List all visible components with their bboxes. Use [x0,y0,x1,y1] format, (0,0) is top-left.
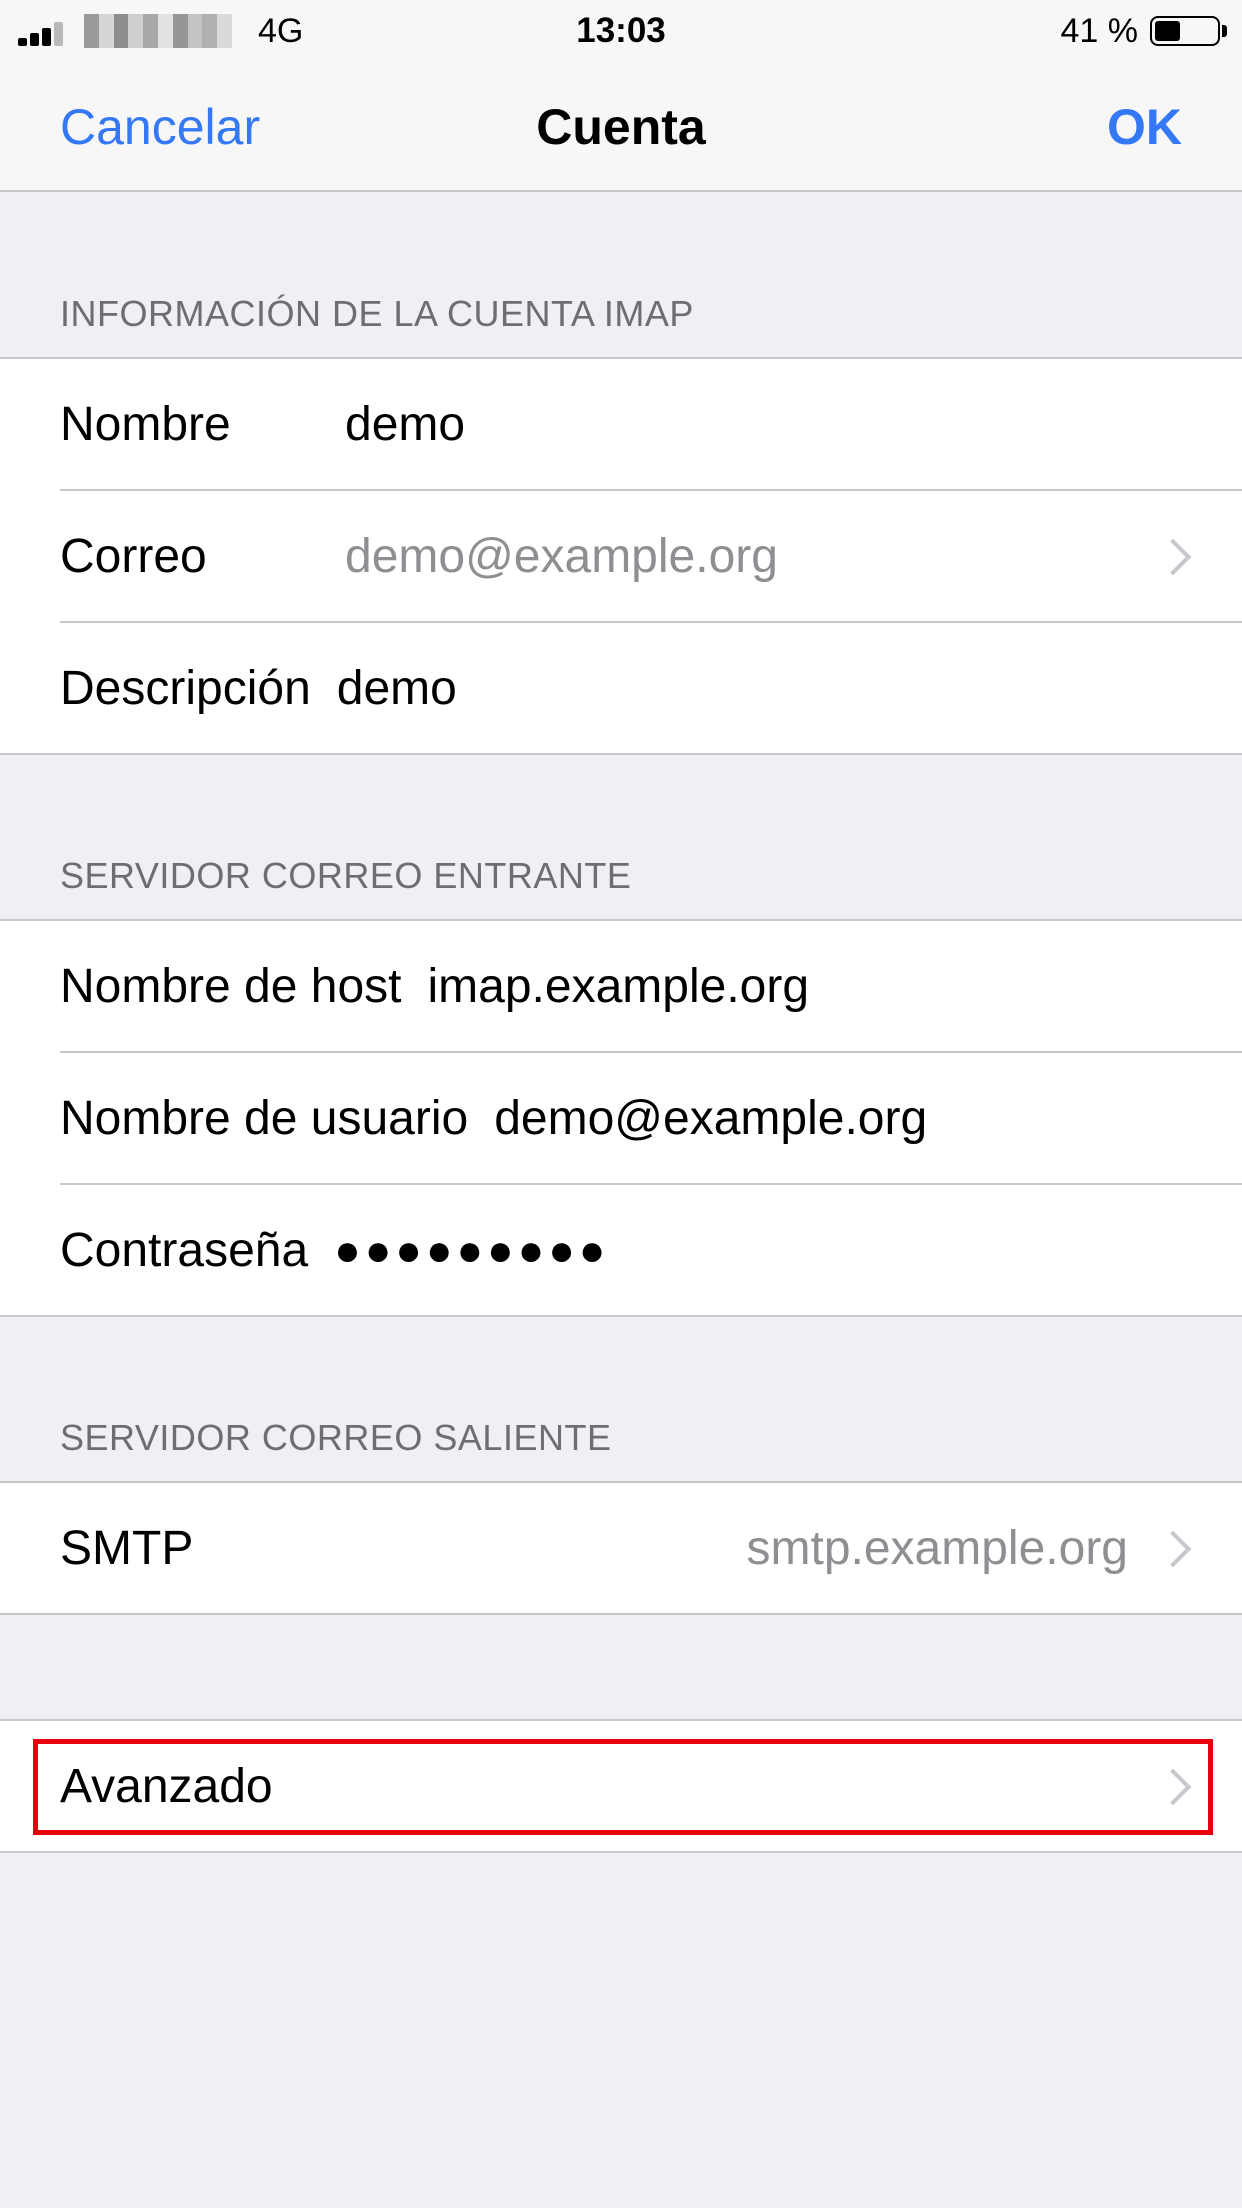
battery-icon [1150,16,1220,46]
hostname-row[interactable]: Nombre de host imap.example.org [0,921,1242,1053]
smtp-value: smtp.example.org [746,1522,1129,1575]
hostname-field[interactable]: imap.example.org [428,959,810,1015]
name-label: Nombre [60,398,231,451]
battery-cap [1222,25,1227,37]
outgoing-server-group: SMTP smtp.example.org [0,1481,1242,1615]
description-label: Descripción [60,662,311,715]
battery-percentage: 41 % [1060,12,1139,50]
incoming-section-header: SERVIDOR CORREO ENTRANTE [60,855,632,896]
status-bar: 4G 13:03 41 % [0,0,1242,62]
page-title: Cuenta [536,99,706,155]
hostname-label: Nombre de host [60,960,402,1013]
username-field[interactable]: demo@example.org [494,1091,927,1147]
battery-level [1155,21,1180,41]
advanced-label: Avanzado [60,1760,273,1813]
smtp-row[interactable]: SMTP smtp.example.org [0,1483,1242,1615]
smtp-label: SMTP [60,1522,194,1575]
description-row[interactable]: Descripción demo [0,623,1242,755]
chevron-right-icon [1154,1768,1192,1806]
username-label: Nombre de usuario [60,1092,469,1145]
name-row[interactable]: Nombre demo [0,359,1242,491]
email-label: Correo [60,530,207,583]
chevron-right-icon [1154,538,1192,576]
ok-button[interactable]: OK [1107,99,1182,155]
password-field[interactable]: ●●●●●●●●● [334,1223,609,1279]
password-label: Contraseña [60,1224,309,1277]
advanced-row[interactable]: Avanzado [0,1721,1242,1853]
username-row[interactable]: Nombre de usuario demo@example.org [0,1053,1242,1185]
description-field[interactable]: demo [337,661,457,717]
account-section-header: INFORMACIÓN DE LA CUENTA IMAP [60,293,694,334]
account-info-group: Nombre demo Correo demo@example.org Desc… [0,357,1242,755]
incoming-server-group: Nombre de host imap.example.org Nombre d… [0,919,1242,1317]
email-value: demo@example.org [345,530,778,583]
name-field[interactable]: demo [345,397,465,453]
outgoing-section-header: SERVIDOR CORREO SALIENTE [60,1417,612,1458]
chevron-right-icon [1154,1530,1192,1568]
advanced-group: Avanzado [0,1719,1242,1853]
navigation-bar: Cancelar Cuenta OK [0,62,1242,192]
status-time: 13:03 [576,11,666,50]
email-row[interactable]: Correo demo@example.org [0,491,1242,623]
password-row[interactable]: Contraseña ●●●●●●●●● [0,1185,1242,1317]
